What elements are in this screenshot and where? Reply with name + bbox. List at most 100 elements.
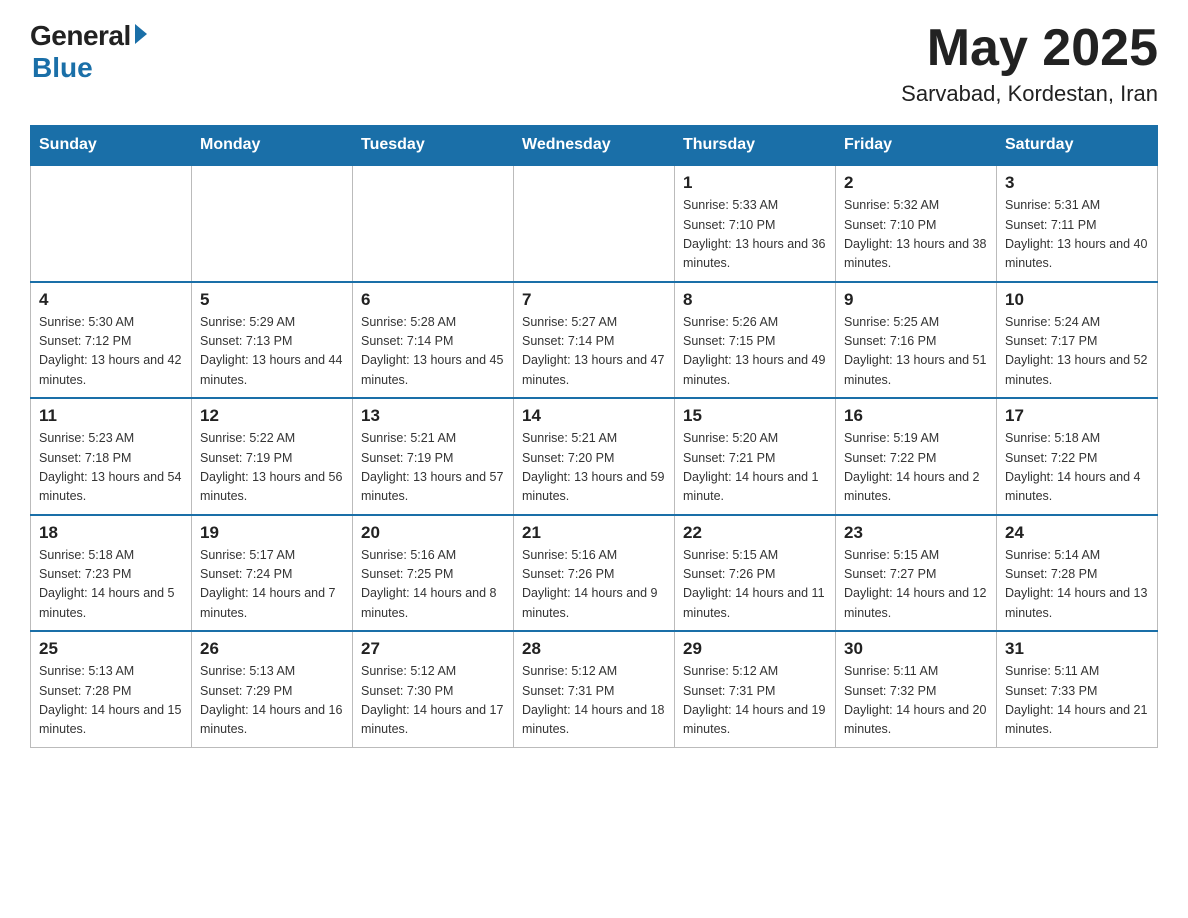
calendar-cell: 4Sunrise: 5:30 AM Sunset: 7:12 PM Daylig…: [31, 282, 192, 399]
calendar-cell: 15 Sunrise: 5:20 AM Sunset: 7:21 PM Dayli…: [675, 398, 836, 515]
day-number: 12: [200, 406, 344, 426]
calendar-cell: 23 Sunrise: 5:15 AM Sunset: 7:27 PM Dayli…: [836, 515, 997, 632]
day-info: Sunrise: 5:15 AM Sunset: 7:26 PM Dayligh…: [683, 548, 825, 620]
calendar-cell: 26 Sunrise: 5:13 AM Sunset: 7:29 PM Dayli…: [192, 631, 353, 747]
day-number: 4: [39, 290, 183, 310]
logo: General Blue: [30, 20, 147, 84]
calendar-cell: 28 Sunrise: 5:12 AM Sunset: 7:31 PM Dayli…: [514, 631, 675, 747]
calendar-cell: 27 Sunrise: 5:12 AM Sunset: 7:30 PM Dayli…: [353, 631, 514, 747]
day-number: 31: [1005, 639, 1149, 659]
location-subtitle: Sarvabad, Kordestan, Iran: [901, 81, 1158, 107]
day-info: Sunrise: 5:18 AM Sunset: 7:22 PM Dayligh…: [1005, 431, 1141, 503]
day-info: Sunrise: 5:28 AM Sunset: 7:14 PM Dayligh…: [361, 315, 503, 387]
day-info: Sunrise: 5:23 AM Sunset: 7:18 PM Dayligh…: [39, 431, 181, 503]
day-number: 27: [361, 639, 505, 659]
day-number: 13: [361, 406, 505, 426]
calendar-header-row: SundayMondayTuesdayWednesdayThursdayFrid…: [31, 126, 1158, 166]
day-number: 26: [200, 639, 344, 659]
day-number: 20: [361, 523, 505, 543]
day-info: Sunrise: 5:25 AM Sunset: 7:16 PM Dayligh…: [844, 315, 986, 387]
day-info: Sunrise: 5:12 AM Sunset: 7:31 PM Dayligh…: [683, 664, 825, 736]
calendar-cell: 6Sunrise: 5:28 AM Sunset: 7:14 PM Daylig…: [353, 282, 514, 399]
day-info: Sunrise: 5:20 AM Sunset: 7:21 PM Dayligh…: [683, 431, 819, 503]
calendar-week-row: 1 Sunrise: 5:33 AM Sunset: 7:10 PM Daylig…: [31, 165, 1158, 282]
day-number: 1: [683, 173, 827, 193]
day-info: Sunrise: 5:29 AM Sunset: 7:13 PM Dayligh…: [200, 315, 342, 387]
day-number: 2: [844, 173, 988, 193]
page-header: General Blue May 2025 Sarvabad, Kordesta…: [30, 20, 1158, 107]
calendar-cell: 14Sunrise: 5:21 AM Sunset: 7:20 PM Dayli…: [514, 398, 675, 515]
day-info: Sunrise: 5:21 AM Sunset: 7:19 PM Dayligh…: [361, 431, 503, 503]
calendar-week-row: 25 Sunrise: 5:13 AM Sunset: 7:28 PM Dayli…: [31, 631, 1158, 747]
day-number: 17: [1005, 406, 1149, 426]
calendar-cell: 31 Sunrise: 5:11 AM Sunset: 7:33 PM Dayli…: [997, 631, 1158, 747]
calendar-cell: 8 Sunrise: 5:26 AM Sunset: 7:15 PM Daylig…: [675, 282, 836, 399]
calendar-cell: 16 Sunrise: 5:19 AM Sunset: 7:22 PM Dayli…: [836, 398, 997, 515]
day-info: Sunrise: 5:33 AM Sunset: 7:10 PM Dayligh…: [683, 198, 825, 270]
calendar-week-row: 18 Sunrise: 5:18 AM Sunset: 7:23 PM Dayli…: [31, 515, 1158, 632]
month-year-title: May 2025: [901, 20, 1158, 77]
calendar-cell: 5 Sunrise: 5:29 AM Sunset: 7:13 PM Daylig…: [192, 282, 353, 399]
day-number: 29: [683, 639, 827, 659]
calendar-cell: 29 Sunrise: 5:12 AM Sunset: 7:31 PM Dayli…: [675, 631, 836, 747]
day-info: Sunrise: 5:31 AM Sunset: 7:11 PM Dayligh…: [1005, 198, 1147, 270]
day-number: 24: [1005, 523, 1149, 543]
day-number: 28: [522, 639, 666, 659]
day-number: 19: [200, 523, 344, 543]
calendar-week-row: 11 Sunrise: 5:23 AM Sunset: 7:18 PM Dayli…: [31, 398, 1158, 515]
day-number: 11: [39, 406, 183, 426]
day-info: Sunrise: 5:13 AM Sunset: 7:28 PM Dayligh…: [39, 664, 181, 736]
day-number: 25: [39, 639, 183, 659]
day-info: Sunrise: 5:16 AM Sunset: 7:26 PM Dayligh…: [522, 548, 658, 620]
day-info: Sunrise: 5:19 AM Sunset: 7:22 PM Dayligh…: [844, 431, 980, 503]
calendar-cell: 2Sunrise: 5:32 AM Sunset: 7:10 PM Daylig…: [836, 165, 997, 282]
calendar-cell: 22Sunrise: 5:15 AM Sunset: 7:26 PM Dayli…: [675, 515, 836, 632]
calendar-cell: [31, 165, 192, 282]
calendar-cell: 10 Sunrise: 5:24 AM Sunset: 7:17 PM Dayli…: [997, 282, 1158, 399]
logo-arrow-icon: [135, 24, 147, 44]
calendar-header-saturday: Saturday: [997, 126, 1158, 166]
day-info: Sunrise: 5:27 AM Sunset: 7:14 PM Dayligh…: [522, 315, 664, 387]
day-info: Sunrise: 5:13 AM Sunset: 7:29 PM Dayligh…: [200, 664, 342, 736]
calendar-cell: 18 Sunrise: 5:18 AM Sunset: 7:23 PM Dayli…: [31, 515, 192, 632]
calendar-header-tuesday: Tuesday: [353, 126, 514, 166]
calendar-cell: 20 Sunrise: 5:16 AM Sunset: 7:25 PM Dayli…: [353, 515, 514, 632]
logo-general-text: General: [30, 20, 131, 52]
day-number: 8: [683, 290, 827, 310]
day-info: Sunrise: 5:14 AM Sunset: 7:28 PM Dayligh…: [1005, 548, 1147, 620]
day-number: 15: [683, 406, 827, 426]
calendar-week-row: 4Sunrise: 5:30 AM Sunset: 7:12 PM Daylig…: [31, 282, 1158, 399]
calendar-cell: [514, 165, 675, 282]
calendar-cell: 24 Sunrise: 5:14 AM Sunset: 7:28 PM Dayli…: [997, 515, 1158, 632]
calendar-header-wednesday: Wednesday: [514, 126, 675, 166]
day-info: Sunrise: 5:18 AM Sunset: 7:23 PM Dayligh…: [39, 548, 175, 620]
calendar-table: SundayMondayTuesdayWednesdayThursdayFrid…: [30, 125, 1158, 748]
day-info: Sunrise: 5:24 AM Sunset: 7:17 PM Dayligh…: [1005, 315, 1147, 387]
day-number: 7: [522, 290, 666, 310]
calendar-cell: 11 Sunrise: 5:23 AM Sunset: 7:18 PM Dayli…: [31, 398, 192, 515]
day-number: 10: [1005, 290, 1149, 310]
day-number: 9: [844, 290, 988, 310]
day-number: 21: [522, 523, 666, 543]
calendar-cell: [192, 165, 353, 282]
day-number: 18: [39, 523, 183, 543]
day-number: 30: [844, 639, 988, 659]
day-number: 5: [200, 290, 344, 310]
day-info: Sunrise: 5:16 AM Sunset: 7:25 PM Dayligh…: [361, 548, 497, 620]
day-number: 23: [844, 523, 988, 543]
calendar-cell: 25 Sunrise: 5:13 AM Sunset: 7:28 PM Dayli…: [31, 631, 192, 747]
day-info: Sunrise: 5:26 AM Sunset: 7:15 PM Dayligh…: [683, 315, 825, 387]
day-number: 16: [844, 406, 988, 426]
calendar-cell: 21 Sunrise: 5:16 AM Sunset: 7:26 PM Dayli…: [514, 515, 675, 632]
day-info: Sunrise: 5:12 AM Sunset: 7:30 PM Dayligh…: [361, 664, 503, 736]
calendar-cell: 3 Sunrise: 5:31 AM Sunset: 7:11 PM Daylig…: [997, 165, 1158, 282]
logo-blue-text: Blue: [32, 52, 93, 84]
day-info: Sunrise: 5:15 AM Sunset: 7:27 PM Dayligh…: [844, 548, 986, 620]
calendar-cell: 30Sunrise: 5:11 AM Sunset: 7:32 PM Dayli…: [836, 631, 997, 747]
day-info: Sunrise: 5:11 AM Sunset: 7:33 PM Dayligh…: [1005, 664, 1147, 736]
day-info: Sunrise: 5:12 AM Sunset: 7:31 PM Dayligh…: [522, 664, 664, 736]
calendar-cell: 13 Sunrise: 5:21 AM Sunset: 7:19 PM Dayli…: [353, 398, 514, 515]
day-number: 3: [1005, 173, 1149, 193]
calendar-header-monday: Monday: [192, 126, 353, 166]
calendar-cell: 1 Sunrise: 5:33 AM Sunset: 7:10 PM Daylig…: [675, 165, 836, 282]
